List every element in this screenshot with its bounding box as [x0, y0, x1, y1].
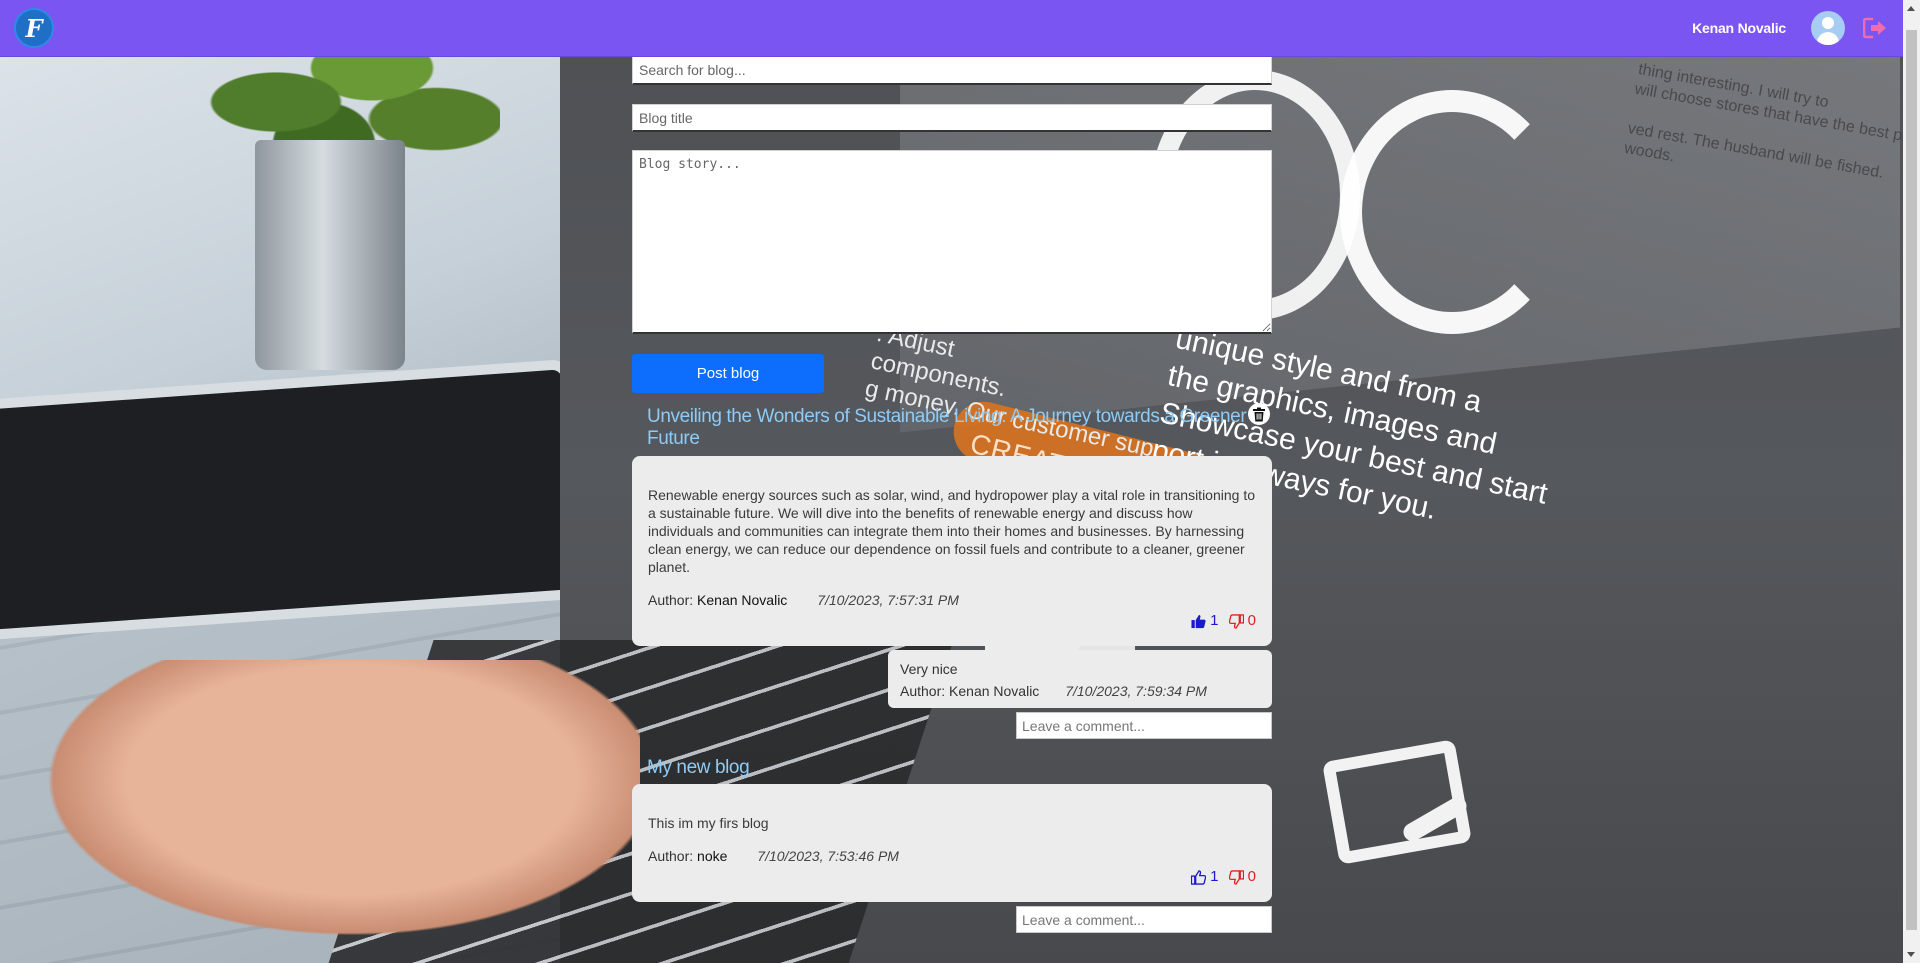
- background-tablet: [0, 358, 588, 642]
- current-username: Kenan Novalic: [1692, 20, 1786, 36]
- top-navbar: F Kenan Novalic: [0, 0, 1903, 57]
- avatar-head: [1822, 17, 1834, 29]
- post-blog-button[interactable]: Post blog: [632, 354, 824, 393]
- main-content: Post blog Unveiling the Wonders of Susta…: [632, 56, 1272, 933]
- blog-post-author[interactable]: noke: [697, 848, 727, 864]
- blog-post-card: This im my firs blog Author: noke 7/10/2…: [632, 784, 1272, 902]
- blog-post-title[interactable]: Unveiling the Wonders of Sustainable Liv…: [647, 403, 1270, 450]
- comment-input[interactable]: [1016, 906, 1272, 933]
- comment-author: Kenan Novalic: [949, 683, 1040, 699]
- thumbs-up-icon[interactable]: [1191, 869, 1207, 885]
- app-logo-icon[interactable]: F: [14, 8, 54, 48]
- comment-date: 7/10/2023, 7:59:34 PM: [1065, 683, 1207, 699]
- delete-blog-button[interactable]: [1248, 403, 1270, 425]
- blog-post-meta: Author: noke 7/10/2023, 7:53:46 PM: [648, 847, 1256, 865]
- dislike-button[interactable]: 0: [1228, 868, 1256, 886]
- thumbs-down-icon[interactable]: [1228, 869, 1244, 885]
- dislike-count: 0: [1247, 868, 1256, 885]
- author-label: Author:: [648, 592, 694, 608]
- like-button[interactable]: 1: [1191, 868, 1218, 886]
- blog-post-card: Renewable energy sources such as solar, …: [632, 456, 1272, 646]
- comment: Very nice Author: Kenan Novalic 7/10/202…: [888, 650, 1272, 708]
- scroll-up-arrow-icon[interactable]: [1907, 6, 1915, 11]
- scrollbar-thumb[interactable]: [1906, 30, 1917, 930]
- comment-meta: Author: Kenan Novalic 7/10/2023, 7:59:34…: [900, 680, 1260, 702]
- dislike-count: 0: [1247, 612, 1256, 629]
- blog-post-story: This im my firs blog: [648, 815, 769, 831]
- background-hand: [0, 660, 640, 960]
- blog-post-meta: Author: Kenan Novalic 7/10/2023, 7:57:31…: [648, 591, 1256, 609]
- comment-input[interactable]: [1016, 712, 1272, 739]
- vote-bar: 1 0: [648, 868, 1256, 888]
- blog-post-title[interactable]: My new blog: [647, 757, 1256, 779]
- logout-icon[interactable]: [1863, 17, 1887, 39]
- thumbs-down-icon[interactable]: [1228, 613, 1244, 629]
- trash-icon[interactable]: [1252, 407, 1266, 422]
- author-label: Author:: [648, 848, 694, 864]
- dislike-button[interactable]: 0: [1228, 612, 1256, 630]
- scroll-down-arrow-icon[interactable]: [1907, 952, 1915, 957]
- blog-post-title-text[interactable]: My new blog: [647, 757, 750, 778]
- blog-title-input[interactable]: [632, 104, 1272, 132]
- like-button[interactable]: 1: [1191, 612, 1218, 630]
- vote-bar: 1 0: [648, 612, 1256, 632]
- blog-post-title-text[interactable]: Unveiling the Wonders of Sustainable Liv…: [647, 406, 1247, 449]
- like-count: 1: [1210, 868, 1219, 885]
- blog-post: My new blog This im my firs blog Author:…: [632, 757, 1272, 933]
- blog-story-textarea[interactable]: [632, 150, 1272, 334]
- search-input[interactable]: [632, 56, 1272, 85]
- blog-post: Unveiling the Wonders of Sustainable Liv…: [632, 403, 1272, 739]
- page-scrollbar[interactable]: [1903, 0, 1920, 963]
- blog-post-author[interactable]: Kenan Novalic: [697, 592, 787, 608]
- blog-post-date: 7/10/2023, 7:57:31 PM: [817, 592, 959, 608]
- blog-post-date: 7/10/2023, 7:53:46 PM: [757, 848, 899, 864]
- background-letter-g: [1340, 90, 1564, 334]
- user-avatar-icon[interactable]: [1811, 11, 1845, 45]
- thumbs-up-filled-icon[interactable]: [1191, 614, 1206, 629]
- avatar-body: [1817, 32, 1839, 45]
- comment-author-label: Author:: [900, 683, 946, 699]
- background-plant-pot: [255, 140, 405, 370]
- comment-text: Very nice: [900, 661, 958, 677]
- blog-post-story: Renewable energy sources such as solar, …: [648, 487, 1256, 575]
- like-count: 1: [1210, 612, 1219, 629]
